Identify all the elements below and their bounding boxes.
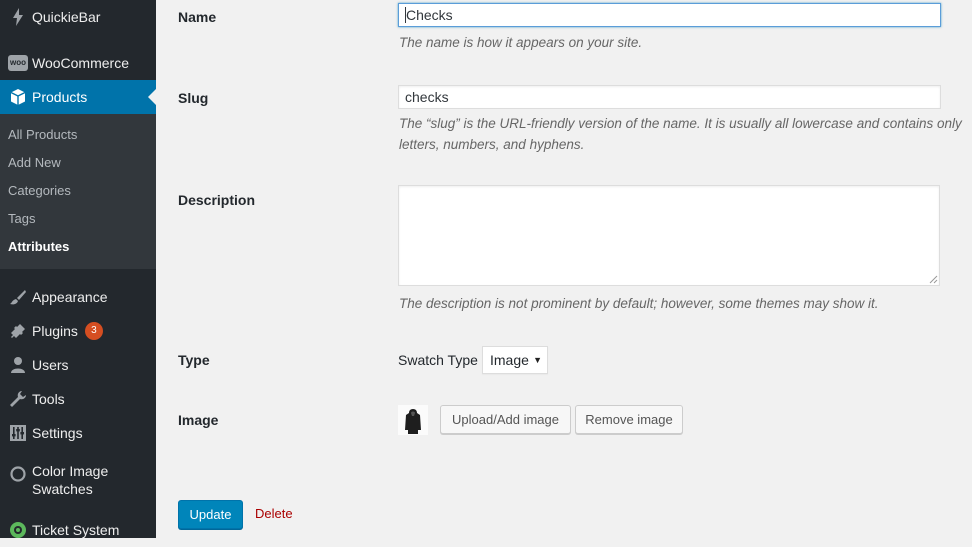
swatch-type-select[interactable]: Image ▼ <box>482 346 548 374</box>
submenu-tags[interactable]: Tags <box>8 211 35 227</box>
menu-label-products: Products <box>32 89 88 105</box>
menu-item-appearance[interactable]: Appearance <box>0 280 156 314</box>
delete-link[interactable]: Delete <box>255 506 293 521</box>
name-label: Name <box>178 9 217 25</box>
menu-label-settings: Settings <box>32 425 83 441</box>
image-label: Image <box>178 412 219 428</box>
plugin-icon <box>4 322 32 340</box>
update-button[interactable]: Update <box>178 500 243 529</box>
name-input[interactable]: Checks <box>398 3 941 27</box>
menu-label-users: Users <box>32 357 69 373</box>
slug-description-line1: The “slug” is the URL-friendly version o… <box>399 116 962 131</box>
products-submenu: All Products Add New Categories Tags Att… <box>0 114 156 269</box>
slug-description-line2: letters, numbers, and hyphens. <box>399 137 585 152</box>
menu-label-swatches: Swatches <box>32 481 93 497</box>
menu-label-quickiebar: QuickieBar <box>32 9 101 25</box>
admin-sidebar: QuickieBar woo WooCommerce Products All … <box>0 0 156 538</box>
submenu-all-products[interactable]: All Products <box>8 127 77 143</box>
menu-label-woocommerce: WooCommerce <box>32 55 129 71</box>
ticket-system-icon <box>4 521 32 539</box>
upload-image-button[interactable]: Upload/Add image <box>440 405 571 434</box>
menu-item-plugins[interactable]: Plugins 3 <box>0 314 156 348</box>
slug-value: checks <box>405 89 449 105</box>
wrench-icon <box>4 390 32 408</box>
menu-label-color-image: Color Image <box>32 463 109 479</box>
type-label: Type <box>178 352 210 368</box>
remove-image-button[interactable]: Remove image <box>575 405 683 434</box>
menu-item-ticket-system[interactable]: Ticket System <box>0 513 156 547</box>
user-icon <box>4 356 32 374</box>
submenu-categories[interactable]: Categories <box>8 183 71 199</box>
submenu-add-new[interactable]: Add New <box>8 155 61 171</box>
menu-item-users[interactable]: Users <box>0 348 156 382</box>
dropdown-arrow-icon: ▼ <box>533 355 542 365</box>
description-textarea[interactable] <box>398 185 940 286</box>
hoodie-thumbnail <box>398 405 428 435</box>
color-swatch-icon <box>4 466 32 482</box>
swatch-type-label: Swatch Type <box>398 352 478 368</box>
woo-icon-text: woo <box>8 55 28 71</box>
plugins-update-badge: 3 <box>84 322 103 340</box>
paintbrush-icon <box>4 288 32 306</box>
description-label: Description <box>178 192 256 208</box>
name-description: The name is how it appears on your site. <box>399 35 643 50</box>
submenu-attributes[interactable]: Attributes <box>8 239 69 255</box>
menu-label-plugins: Plugins <box>32 323 78 339</box>
woocommerce-icon: woo <box>4 55 32 71</box>
menu-item-tools[interactable]: Tools <box>0 382 156 416</box>
swatch-type-selected: Image <box>490 352 529 368</box>
slug-label: Slug <box>178 90 209 106</box>
menu-label-ticket-system: Ticket System <box>32 522 120 538</box>
menu-label-tools: Tools <box>32 391 65 407</box>
menu-item-woocommerce[interactable]: woo WooCommerce <box>0 46 156 80</box>
resize-grip-icon[interactable] <box>929 275 938 284</box>
update-label: Update <box>189 507 232 522</box>
menu-item-color-image-swatches[interactable]: Color Image Swatches <box>0 462 156 506</box>
description-help: The description is not prominent by defa… <box>399 296 879 311</box>
menu-item-settings[interactable]: Settings <box>0 416 156 450</box>
menu-item-quickiebar[interactable]: QuickieBar <box>0 0 156 34</box>
settings-sliders-icon <box>4 425 32 441</box>
bolt-icon <box>4 8 32 26</box>
remove-image-label: Remove image <box>585 412 673 427</box>
menu-item-products[interactable]: Products <box>0 80 156 114</box>
menu-label-appearance: Appearance <box>32 289 108 305</box>
archive-box-icon <box>4 88 32 106</box>
name-value: Checks <box>406 7 453 23</box>
upload-image-label: Upload/Add image <box>452 412 559 427</box>
slug-input[interactable]: checks <box>398 85 941 109</box>
